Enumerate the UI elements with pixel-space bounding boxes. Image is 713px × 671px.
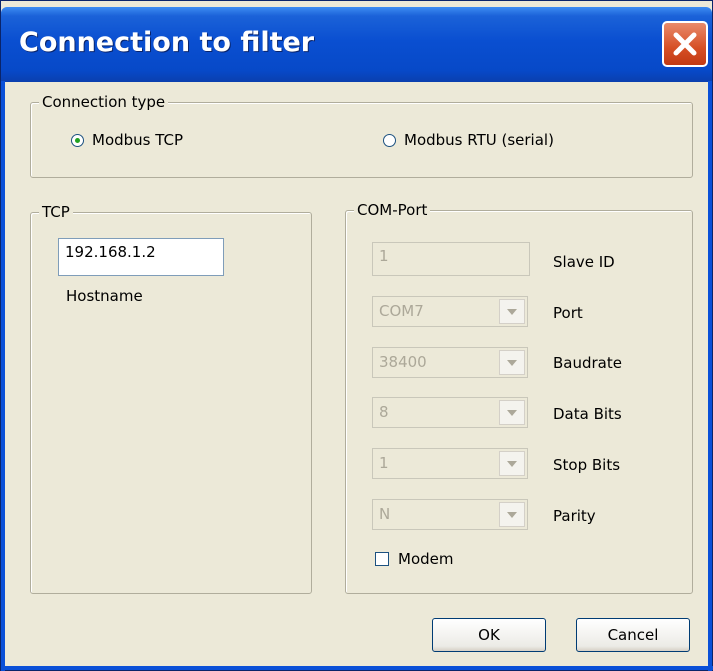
modem-label: Modem bbox=[398, 550, 454, 568]
baudrate-select[interactable]: 38400 bbox=[372, 347, 528, 378]
baudrate-label: Baudrate bbox=[553, 354, 622, 372]
stop-bits-label: Stop Bits bbox=[553, 456, 621, 474]
radio-modbus-rtu[interactable]: Modbus RTU (serial) bbox=[383, 131, 554, 149]
title-bar[interactable]: Connection to filter bbox=[1, 7, 712, 82]
window-frame-left bbox=[1, 81, 5, 671]
window-frame-right bbox=[708, 81, 712, 671]
chevron-down-icon bbox=[507, 308, 517, 315]
port-value: COM7 bbox=[379, 302, 424, 320]
data-bits-dropdown-button[interactable] bbox=[499, 400, 525, 425]
parity-select[interactable]: N bbox=[372, 499, 528, 530]
connection-type-group: Connection type Modbus TCP Modbus RTU (s… bbox=[30, 93, 693, 178]
parity-dropdown-button[interactable] bbox=[499, 502, 525, 527]
stop-bits-value: 1 bbox=[379, 454, 389, 472]
radio-modbus-tcp[interactable]: Modbus TCP bbox=[71, 131, 183, 149]
close-icon bbox=[673, 32, 697, 56]
cancel-button[interactable]: Cancel bbox=[576, 618, 690, 652]
parity-value: N bbox=[379, 505, 391, 523]
com-port-legend: COM-Port bbox=[354, 201, 431, 219]
hostname-input[interactable]: 192.168.1.2 bbox=[58, 238, 224, 276]
stop-bits-select[interactable]: 1 bbox=[372, 448, 528, 479]
dialog-window: Connection to filter Connection type Mod… bbox=[0, 0, 713, 671]
connection-type-legend: Connection type bbox=[39, 93, 169, 111]
radio-label-modbus-tcp: Modbus TCP bbox=[92, 131, 184, 149]
baudrate-dropdown-button[interactable] bbox=[499, 350, 525, 375]
data-bits-value: 8 bbox=[379, 403, 389, 421]
ok-button[interactable]: OK bbox=[432, 618, 546, 652]
close-button[interactable] bbox=[662, 21, 708, 67]
data-bits-label: Data Bits bbox=[553, 405, 622, 423]
data-bits-select[interactable]: 8 bbox=[372, 397, 528, 428]
chevron-down-icon bbox=[507, 409, 517, 416]
port-select[interactable]: COM7 bbox=[372, 296, 528, 327]
modem-checkbox-row[interactable]: Modem bbox=[375, 550, 453, 568]
chevron-down-icon bbox=[507, 511, 517, 518]
com-port-group: COM-Port 1 Slave ID COM7 Port 38400 Baud… bbox=[345, 201, 693, 594]
chevron-down-icon bbox=[507, 359, 517, 366]
slave-id-label: Slave ID bbox=[553, 253, 615, 271]
window-frame-bottom bbox=[1, 666, 713, 670]
chevron-down-icon bbox=[507, 460, 517, 467]
radio-label-modbus-rtu: Modbus RTU (serial) bbox=[404, 131, 554, 149]
tcp-group: TCP 192.168.1.2 Hostname bbox=[30, 203, 312, 594]
modem-checkbox[interactable] bbox=[375, 552, 389, 566]
stop-bits-dropdown-button[interactable] bbox=[499, 451, 525, 476]
port-dropdown-button[interactable] bbox=[499, 299, 525, 324]
baudrate-value: 38400 bbox=[379, 353, 427, 371]
slave-id-input[interactable]: 1 bbox=[372, 242, 530, 276]
tcp-legend: TCP bbox=[39, 203, 73, 221]
parity-label: Parity bbox=[553, 507, 596, 525]
radio-button-unchecked[interactable] bbox=[383, 133, 396, 147]
port-label: Port bbox=[553, 304, 583, 322]
window-title: Connection to filter bbox=[19, 27, 315, 58]
hostname-label: Hostname bbox=[66, 287, 143, 305]
radio-button-checked[interactable] bbox=[71, 133, 84, 147]
